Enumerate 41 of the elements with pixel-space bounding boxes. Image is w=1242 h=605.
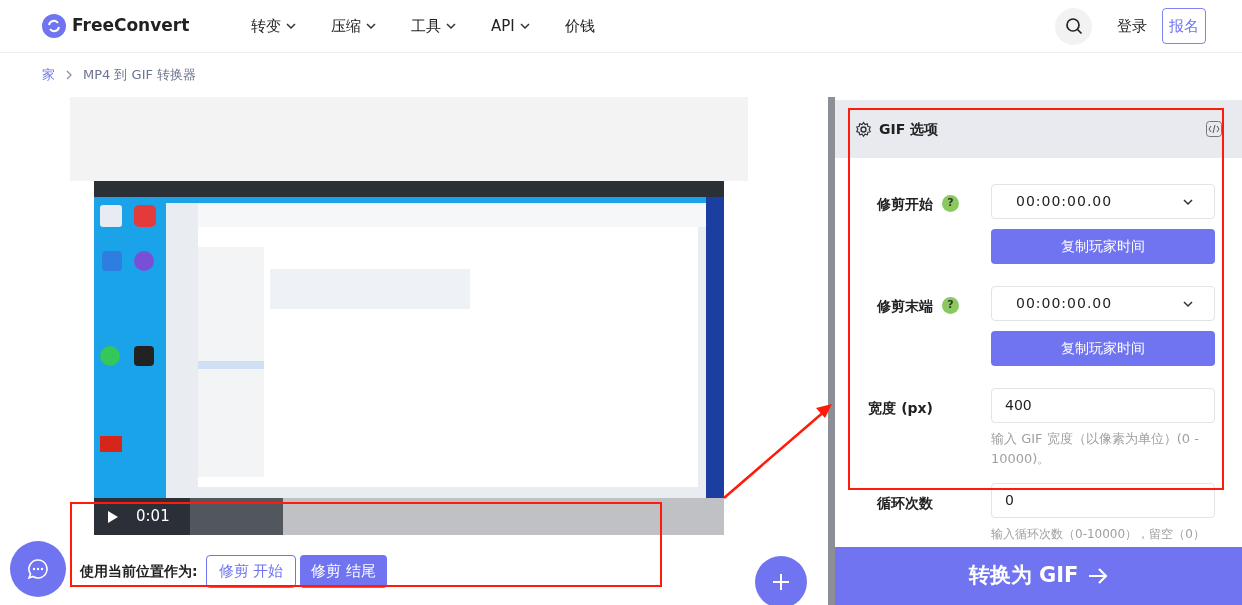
plus-icon [772, 573, 790, 591]
options-title: GIF 选项 [879, 119, 939, 139]
time-select[interactable]: 00:00:00.00 [991, 286, 1215, 321]
login-link[interactable]: 登录 [1117, 14, 1147, 38]
number-field[interactable]: 0 [991, 483, 1215, 518]
nav-menu[interactable]: 工具 [411, 14, 457, 38]
breadcrumb-item: MP4 到 GIF 转换器 [83, 66, 197, 85]
copy-time-button[interactable]: 复制玩家时间 [991, 331, 1215, 366]
logo-text[interactable]: FreeConvert [72, 13, 190, 39]
help-icon[interactable]: ? [942, 297, 959, 314]
time-select[interactable]: 00:00:00.00 [991, 184, 1215, 219]
chat-icon [27, 558, 49, 580]
help-icon[interactable]: ? [942, 195, 959, 212]
number-field[interactable]: 400 [991, 388, 1215, 423]
nav-menu[interactable]: 压缩 [331, 14, 377, 38]
code-icon[interactable] [1206, 121, 1222, 137]
field-label: 修剪末端 [877, 297, 933, 316]
copy-time-button[interactable]: 复制玩家时间 [991, 229, 1215, 264]
field-label: 宽度 (px) [868, 399, 933, 418]
search-icon [1064, 17, 1083, 35]
search-button[interactable] [1055, 7, 1092, 45]
arrow-right-icon [1088, 567, 1109, 585]
field-label: 修剪开始 [877, 195, 933, 214]
field-hint: 输入 GIF 宽度（以像素为单位）(0 - 10000)。 [991, 430, 1200, 468]
breadcrumb-item[interactable]: 家 [42, 65, 55, 85]
trim-button[interactable]: 修剪 开始 [205, 555, 297, 588]
play-icon[interactable] [108, 510, 118, 523]
time-display: 0:01 [136, 506, 170, 528]
field-label: 循环次数 [877, 494, 933, 513]
field-hint: 输入循环次数（0-10000），留空（0） [991, 526, 1206, 543]
trim-label: 使用当前位置作为: [80, 562, 198, 581]
convert-button[interactable]: 转换为 GIF [835, 547, 1242, 605]
scrollbar[interactable] [828, 97, 835, 605]
logo-icon [42, 14, 66, 38]
nav-menu[interactable]: 转变 [251, 14, 297, 38]
settings-icon [855, 120, 872, 138]
chevron-right-icon [65, 70, 73, 80]
signup-button[interactable]: 报名 [1162, 8, 1206, 44]
nav-menu[interactable]: API [491, 14, 531, 38]
nav-menu[interactable]: 价钱 [564, 14, 595, 38]
trim-button[interactable]: 修剪 结尾 [300, 555, 388, 588]
